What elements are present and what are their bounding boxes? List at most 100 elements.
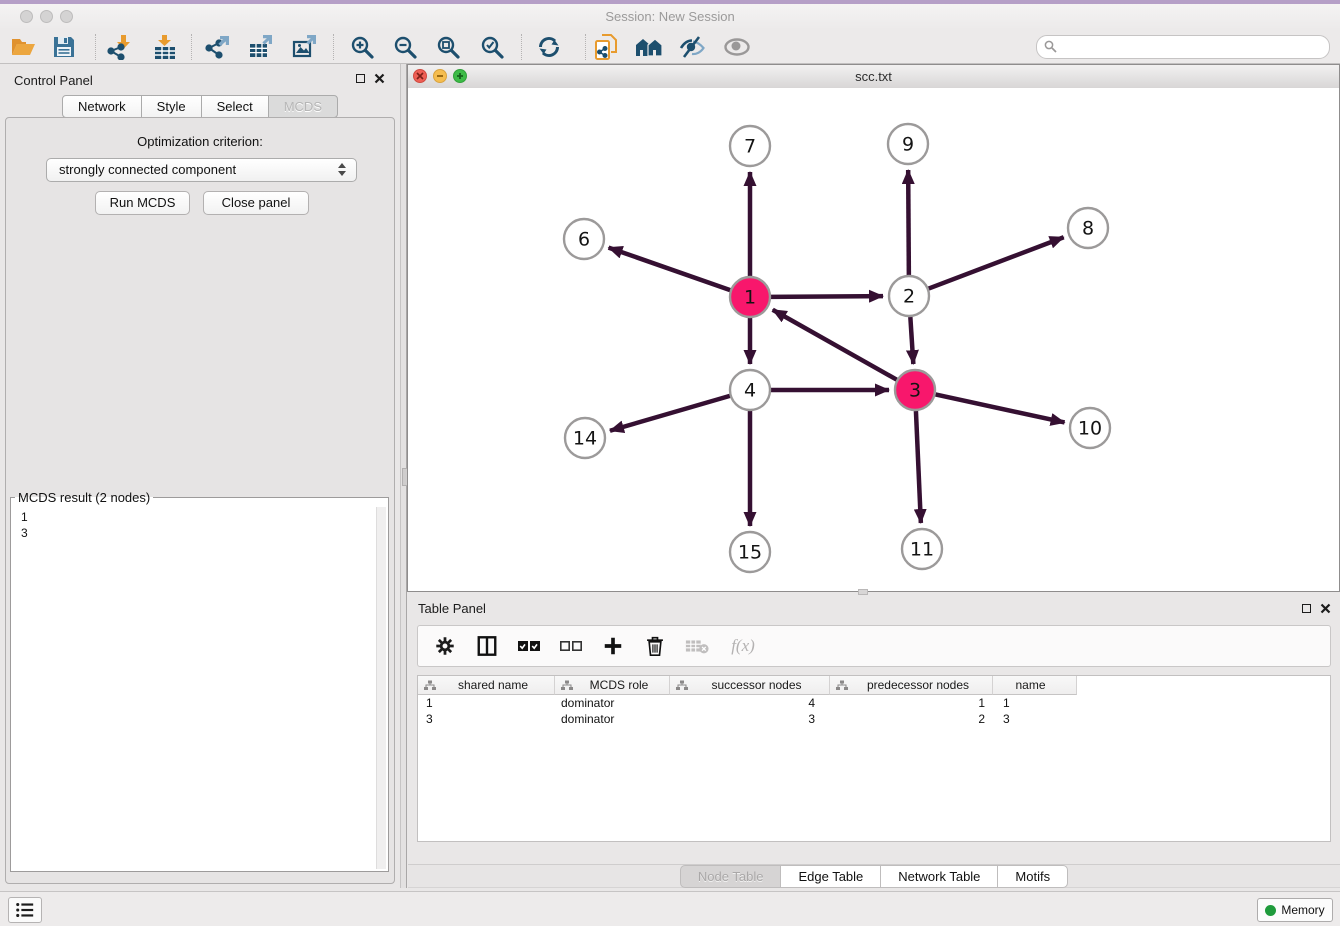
save-session-icon[interactable] <box>46 32 82 62</box>
svg-text:2: 2 <box>903 286 915 308</box>
graph-node-11[interactable]: 11 <box>902 529 942 569</box>
node-table[interactable]: shared nameMCDS rolesuccessor nodesprede… <box>417 675 1331 842</box>
graph-node-10[interactable]: 10 <box>1070 408 1110 448</box>
import-table-icon[interactable] <box>147 32 183 62</box>
edge-3-1[interactable] <box>773 310 897 380</box>
control-panel-tabs: NetworkStyleSelectMCDS <box>0 95 400 118</box>
network-graph[interactable]: 1 2 3 4 6 7 8 9 10 11 14 15 <box>408 88 1339 591</box>
table-cell[interactable]: 3 <box>993 711 1077 727</box>
mcds-result-text[interactable]: 1 3 <box>13 507 376 869</box>
zoom-in-icon[interactable] <box>344 32 380 62</box>
table-cell[interactable]: 2 <box>830 711 993 727</box>
edge-3-11[interactable] <box>916 411 921 523</box>
search-box[interactable] <box>1036 35 1330 59</box>
graph-node-15[interactable]: 15 <box>730 532 770 572</box>
tab-mcds[interactable]: MCDS <box>268 95 338 118</box>
close-panel-icon[interactable] <box>374 73 385 84</box>
tab-network[interactable]: Network <box>62 95 142 118</box>
duplicate-network-icon[interactable] <box>588 32 624 62</box>
hide-details-icon[interactable] <box>674 32 710 62</box>
network-overview-icon[interactable] <box>631 32 667 62</box>
toolbar-separator <box>191 34 192 60</box>
show-details-icon[interactable] <box>719 32 755 62</box>
table-settings-icon[interactable] <box>432 633 458 659</box>
toolbar-separator <box>95 34 96 60</box>
edge-2-9[interactable] <box>908 170 909 275</box>
export-table-icon[interactable] <box>243 32 279 62</box>
tab-edge-table[interactable]: Edge Table <box>780 865 881 888</box>
close-panel-button[interactable]: Close panel <box>203 191 309 215</box>
graph-node-3[interactable]: 3 <box>895 370 935 410</box>
search-input[interactable] <box>1063 37 1317 57</box>
column-header-name[interactable]: name <box>993 676 1077 695</box>
graph-node-1[interactable]: 1 <box>730 277 770 317</box>
table-cell[interactable]: 1 <box>830 695 993 711</box>
optimization-criterion-select[interactable]: strongly connected component <box>46 158 357 182</box>
vertical-splitter[interactable] <box>400 64 407 888</box>
svg-text:4: 4 <box>744 380 756 402</box>
run-mcds-button[interactable]: Run MCDS <box>95 191 190 215</box>
graph-node-8[interactable]: 8 <box>1068 208 1108 248</box>
table-cell[interactable]: 4 <box>670 695 830 711</box>
table-row[interactable]: 3dominator323 <box>418 711 1330 727</box>
svg-text:11: 11 <box>910 539 934 561</box>
edge-2-3[interactable] <box>910 317 913 364</box>
title-bar[interactable]: Session: New Session <box>0 4 1340 30</box>
export-image-icon[interactable] <box>287 32 323 62</box>
refresh-layout-icon[interactable] <box>531 32 567 62</box>
edge-2-8[interactable] <box>929 237 1064 288</box>
select-all-icon[interactable] <box>516 633 542 659</box>
network-window-titlebar[interactable]: scc.txt <box>408 65 1339 89</box>
graph-node-6[interactable]: 6 <box>564 219 604 259</box>
graph-node-14[interactable]: 14 <box>565 418 605 458</box>
table-toolbar: f(x) <box>417 625 1331 667</box>
float-panel-icon[interactable] <box>356 74 365 83</box>
export-network-icon[interactable] <box>200 32 236 62</box>
zoom-selected-icon[interactable] <box>474 32 510 62</box>
graph-node-4[interactable]: 4 <box>730 370 770 410</box>
column-header-shared-name[interactable]: shared name <box>418 676 555 695</box>
column-header-predecessor-nodes[interactable]: predecessor nodes <box>830 676 993 695</box>
close-table-panel-icon[interactable] <box>1320 603 1331 614</box>
table-cell[interactable]: dominator <box>555 711 670 727</box>
table-cell[interactable]: 1 <box>418 695 555 711</box>
tab-motifs[interactable]: Motifs <box>997 865 1068 888</box>
memory-button[interactable]: Memory <box>1257 898 1333 922</box>
show-columns-icon[interactable] <box>474 633 500 659</box>
float-table-panel-icon[interactable] <box>1302 604 1311 613</box>
zoom-out-icon[interactable] <box>387 32 423 62</box>
table-cell[interactable]: 3 <box>418 711 555 727</box>
table-row[interactable]: 1dominator411 <box>418 695 1330 711</box>
column-header-successor-nodes[interactable]: successor nodes <box>670 676 830 695</box>
edge-4-14[interactable] <box>610 396 730 431</box>
tab-style[interactable]: Style <box>141 95 202 118</box>
open-session-icon[interactable] <box>5 32 41 62</box>
delete-column-icon[interactable] <box>642 633 668 659</box>
import-network-icon[interactable] <box>102 32 138 62</box>
graph-node-2[interactable]: 2 <box>889 276 929 316</box>
svg-text:9: 9 <box>902 134 914 156</box>
table-cell[interactable]: 1 <box>993 695 1077 711</box>
tab-network-table[interactable]: Network Table <box>880 865 998 888</box>
tab-node-table[interactable]: Node Table <box>680 865 782 888</box>
edge-3-10[interactable] <box>936 394 1065 422</box>
deselect-all-icon[interactable] <box>558 633 584 659</box>
graph-node-9[interactable]: 9 <box>888 124 928 164</box>
table-rows: 1dominator4113dominator323 <box>418 695 1330 727</box>
create-column-icon[interactable] <box>600 633 626 659</box>
edge-1-2[interactable] <box>771 296 883 297</box>
network-canvas[interactable]: 1 2 3 4 6 7 8 9 10 11 14 15 <box>408 88 1339 591</box>
table-cell[interactable]: 3 <box>670 711 830 727</box>
table-cell[interactable]: dominator <box>555 695 670 711</box>
result-scrollbar[interactable] <box>376 507 386 869</box>
graph-node-7[interactable]: 7 <box>730 126 770 166</box>
control-panel-title: Control Panel <box>14 73 93 88</box>
edge-1-6[interactable] <box>609 248 731 290</box>
function-builder-icon: f(x) <box>726 633 760 659</box>
horizontal-splitter-handle[interactable] <box>858 589 868 595</box>
tab-select[interactable]: Select <box>201 95 269 118</box>
task-history-button[interactable] <box>8 897 42 923</box>
zoom-fit-icon[interactable] <box>430 32 466 62</box>
table-panel-title: Table Panel <box>418 601 486 616</box>
column-header-MCDS-role[interactable]: MCDS role <box>555 676 670 695</box>
